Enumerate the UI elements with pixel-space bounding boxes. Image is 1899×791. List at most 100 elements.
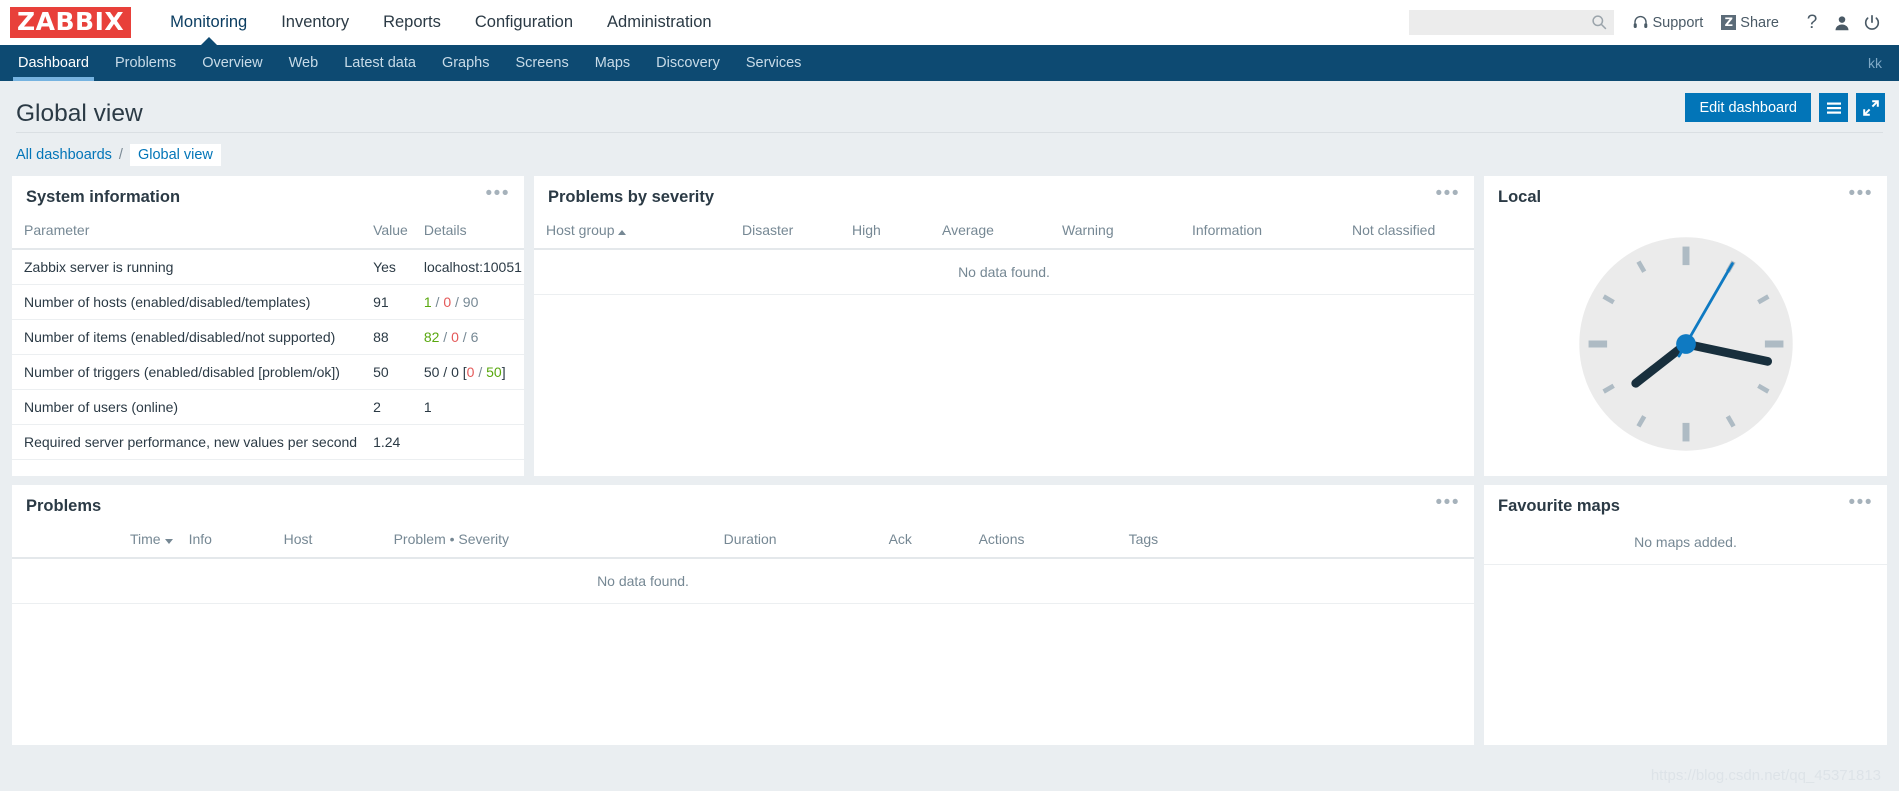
widget-menu-icon[interactable]: •••	[486, 188, 510, 200]
menu-item-monitoring[interactable]: Monitoring	[153, 0, 264, 45]
column-duration[interactable]: Duration	[716, 526, 881, 558]
cell-details: 82 / 0 / 6	[416, 320, 524, 355]
menu-item-administration[interactable]: Administration	[590, 0, 729, 45]
subnav-item-graphs[interactable]: Graphs	[429, 45, 503, 81]
cell-value: 1.24	[365, 425, 416, 460]
subnav-item-discovery[interactable]: Discovery	[643, 45, 733, 81]
column-high[interactable]: High	[844, 217, 934, 249]
zabbix-logo[interactable]: ZABBIX	[10, 7, 131, 38]
column-ack[interactable]: Ack	[881, 526, 971, 558]
breadcrumb-all-dashboards[interactable]: All dashboards	[16, 147, 112, 163]
widget-header: Local •••	[1484, 176, 1887, 217]
table-row: Number of triggers (enabled/disabled [pr…	[12, 355, 524, 390]
share-icon: Z	[1721, 15, 1736, 30]
search-input[interactable]	[1409, 10, 1614, 35]
signout-icon[interactable]	[1857, 8, 1887, 38]
empty-message: No maps added.	[1484, 526, 1887, 565]
widget-body: No maps added.	[1484, 526, 1887, 745]
breadcrumb: All dashboards / Global view	[0, 133, 1899, 176]
widget-body: Parameter Value Details Zabbix server is…	[12, 217, 524, 476]
menu-item-reports[interactable]: Reports	[366, 0, 458, 45]
detail-part: 82	[424, 329, 440, 345]
subnav-item-problems[interactable]: Problems	[102, 45, 189, 81]
breadcrumb-current[interactable]: Global view	[130, 144, 221, 166]
subnav-item-overview[interactable]: Overview	[189, 45, 275, 81]
widget-body: Host group Disaster High Average Warning…	[534, 217, 1474, 476]
cell-value: Yes	[365, 249, 416, 285]
fullscreen-button[interactable]	[1856, 93, 1885, 122]
share-label: Share	[1740, 15, 1779, 31]
expand-icon	[1863, 100, 1879, 116]
header-right-tools: Support Z Share ?	[1409, 0, 1888, 45]
column-warning[interactable]: Warning	[1054, 217, 1184, 249]
detail-part: /	[432, 294, 444, 310]
search-icon[interactable]	[1591, 14, 1608, 31]
column-info[interactable]: Info	[181, 526, 276, 558]
column-host[interactable]: Host	[276, 526, 386, 558]
cell-parameter: Number of users (online)	[12, 390, 365, 425]
widget-title: System information	[26, 188, 180, 207]
subnav-item-web[interactable]: Web	[276, 45, 332, 81]
column-time[interactable]: Time	[12, 526, 181, 558]
current-user-label: kk	[1868, 55, 1882, 71]
widget-title: Problems by severity	[548, 188, 714, 207]
cell-value: 88	[365, 320, 416, 355]
widget-menu-icon[interactable]: •••	[1436, 497, 1460, 509]
search-box[interactable]	[1409, 10, 1614, 35]
subnav-item-services[interactable]: Services	[733, 45, 815, 81]
widget-menu-icon[interactable]: •••	[1849, 497, 1873, 509]
column-tags[interactable]: Tags	[1121, 526, 1474, 558]
cell-details: 1 / 0 / 90	[416, 285, 524, 320]
column-parameter[interactable]: Parameter	[12, 217, 365, 249]
widget-header: System information •••	[12, 176, 524, 217]
main-menu: Monitoring Inventory Reports Configurati…	[153, 0, 728, 45]
table-empty-row: No data found.	[12, 558, 1474, 604]
widget-problems-by-severity: Problems by severity ••• Host group Disa…	[534, 176, 1474, 476]
column-host-group[interactable]: Host group	[534, 217, 734, 249]
detail-part: 50 / 0 [	[424, 364, 467, 380]
detail-part: /	[439, 329, 451, 345]
empty-message: No data found.	[12, 559, 1474, 603]
column-not-classified[interactable]: Not classified	[1344, 217, 1474, 249]
column-information[interactable]: Information	[1184, 217, 1344, 249]
edit-dashboard-button[interactable]: Edit dashboard	[1685, 93, 1811, 122]
column-value[interactable]: Value	[365, 217, 416, 249]
column-actions[interactable]: Actions	[971, 526, 1121, 558]
widget-problems: Problems ••• Time Info Host Problem • Se…	[12, 485, 1474, 745]
share-link[interactable]: Z Share	[1721, 15, 1779, 31]
menu-item-configuration[interactable]: Configuration	[458, 0, 590, 45]
column-problem-severity[interactable]: Problem • Severity	[386, 526, 716, 558]
dashboard-menu-button[interactable]	[1819, 93, 1848, 122]
column-details[interactable]: Details	[416, 217, 524, 249]
breadcrumb-separator: /	[119, 147, 123, 163]
detail-part: 50	[486, 364, 502, 380]
support-link[interactable]: Support	[1632, 14, 1704, 31]
widget-body: Time Info Host Problem • Severity Durati…	[12, 526, 1474, 745]
analog-clock	[1570, 228, 1802, 460]
subnav-item-maps[interactable]: Maps	[582, 45, 643, 81]
subnav-item-dashboard[interactable]: Dashboard	[5, 45, 102, 81]
widget-system-information: System information ••• Parameter Value D…	[12, 176, 524, 476]
table-header-row: Time Info Host Problem • Severity Durati…	[12, 526, 1474, 558]
table-header-row: Parameter Value Details	[12, 217, 524, 249]
cell-parameter: Required server performance, new values …	[12, 425, 365, 460]
dashboard-grid: System information ••• Parameter Value D…	[0, 176, 1899, 791]
dashboard-row-bottom: Problems ••• Time Info Host Problem • Se…	[12, 485, 1887, 745]
table-row: Number of items (enabled/disabled/not su…	[12, 320, 524, 355]
detail-part: /	[459, 329, 471, 345]
column-average[interactable]: Average	[934, 217, 1054, 249]
column-disaster[interactable]: Disaster	[734, 217, 844, 249]
menu-item-inventory[interactable]: Inventory	[264, 0, 366, 45]
hamburger-icon	[1826, 101, 1842, 115]
user-icon[interactable]	[1827, 8, 1857, 38]
widget-menu-icon[interactable]: •••	[1849, 188, 1873, 200]
widget-menu-icon[interactable]: •••	[1436, 188, 1460, 200]
cell-value: 91	[365, 285, 416, 320]
cell-parameter: Zabbix server is running	[12, 249, 365, 285]
subnav-item-latest-data[interactable]: Latest data	[331, 45, 429, 81]
help-icon[interactable]: ?	[1797, 8, 1827, 38]
dashboard-row-top: System information ••• Parameter Value D…	[12, 176, 1887, 476]
problems-table: Time Info Host Problem • Severity Durati…	[12, 526, 1474, 604]
detail-part: ]	[502, 364, 506, 380]
subnav-item-screens[interactable]: Screens	[503, 45, 582, 81]
